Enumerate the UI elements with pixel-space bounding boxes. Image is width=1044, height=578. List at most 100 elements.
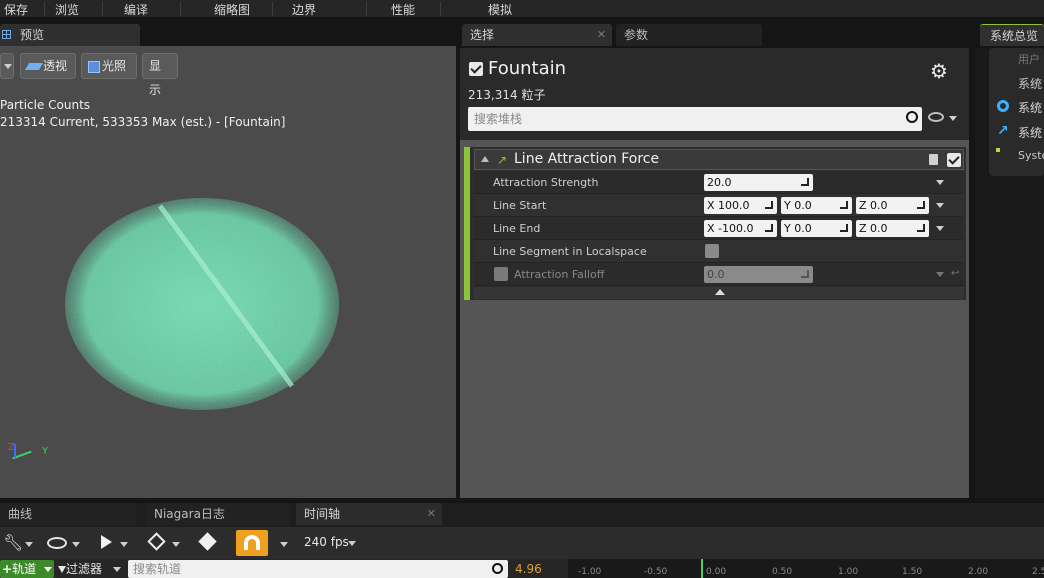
tab-parameters[interactable]: 参数 [616, 24, 762, 46]
lighting-button[interactable]: 光照 [81, 53, 137, 79]
ruler-tick: 1.00 [838, 567, 859, 577]
ruler-tick: 2.00 [968, 567, 989, 577]
funnel-icon [58, 566, 66, 573]
close-icon[interactable]: ✕ [597, 24, 606, 46]
attraction-strength-input[interactable]: 20.0 [704, 174, 813, 191]
system-node-item[interactable]: 系统 [1018, 99, 1042, 116]
emitter-enabled-checkbox[interactable] [469, 62, 483, 76]
lighting-label: 光照 [102, 59, 127, 73]
chevron-down-icon[interactable] [25, 542, 33, 547]
module-icon: ↗ [497, 153, 508, 167]
chevron-down-icon[interactable] [172, 542, 180, 547]
save-menu[interactable]: 保存 [4, 1, 28, 18]
field-value: Z 0.0 [859, 222, 888, 235]
performance-menu[interactable]: 性能 [391, 1, 415, 18]
reset-icon[interactable]: ↩ [951, 268, 959, 279]
perspective-icon [24, 63, 44, 70]
chevron-down-icon[interactable] [936, 203, 944, 208]
field-value: 0.0 [707, 268, 725, 281]
module-header[interactable]: ↗ Line Attraction Force [474, 149, 964, 170]
tab-system-overview-label: 系统总览 [990, 29, 1039, 43]
drag-icon [840, 201, 848, 209]
current-time-value[interactable]: 4.96 [515, 562, 542, 576]
fps-selector[interactable]: 240 fps [304, 535, 349, 549]
tab-niagara-log[interactable]: Niagara日志 [146, 503, 290, 525]
line-start-y-input[interactable]: Y 0.0 [781, 197, 852, 214]
particle-count: 213,314 粒子 [468, 88, 546, 102]
viewport-options-button[interactable] [0, 53, 14, 79]
chevron-down-icon[interactable] [280, 542, 288, 547]
localspace-checkbox[interactable] [705, 244, 719, 258]
close-icon[interactable]: ✕ [427, 503, 436, 525]
chevron-down-icon[interactable] [936, 226, 944, 231]
filter-label: 过滤器 [66, 562, 103, 576]
param-label: Attraction Strength [493, 176, 599, 189]
chevron-down-icon[interactable] [113, 567, 121, 572]
tab-preview-label: 预览 [20, 28, 45, 42]
tab-preview[interactable]: 预览 [0, 24, 140, 46]
show-label: 显示 [149, 59, 162, 97]
tab-curves[interactable]: 曲线 [0, 503, 136, 525]
system-node-label: 系统 [1018, 77, 1043, 91]
ruler-tick: 1.50 [902, 567, 923, 577]
gear-icon[interactable]: ⚙ [930, 59, 948, 83]
timeline-ruler[interactable]: -1.00 -0.50 0.00 0.50 1.00 1.50 2.00 2.5… [568, 559, 1044, 578]
visibility-eye-icon[interactable] [928, 112, 944, 122]
tab-timeline[interactable]: 时间轴 ✕ [296, 503, 442, 525]
module-expand-bar[interactable] [474, 287, 964, 299]
chevron-down-icon[interactable] [949, 116, 957, 121]
line-start-x-input[interactable]: X 100.0 [704, 197, 777, 214]
module-enabled-checkbox[interactable] [947, 153, 961, 167]
chevron-down-icon [4, 64, 12, 69]
search-icon [906, 111, 918, 123]
drag-icon [917, 224, 925, 232]
show-button[interactable]: 显示 [142, 53, 178, 97]
thumbnail-menu[interactable]: 缩略图 [214, 1, 250, 18]
particle-render [65, 198, 339, 410]
perspective-button[interactable]: 透视 [20, 53, 76, 79]
line-end-x-input[interactable]: X -100.0 [704, 220, 777, 237]
param-label: Attraction Falloff [514, 268, 605, 281]
chevron-down-icon[interactable] [72, 542, 80, 547]
line-end-z-input[interactable]: Z 0.0 [856, 220, 929, 237]
preview-viewport[interactable]: Particle Counts 213314 Current, 533353 M… [0, 46, 456, 498]
tab-niagara-log-label: Niagara日志 [154, 507, 225, 521]
falloff-enable-checkbox[interactable] [494, 267, 508, 281]
line-end-y-input[interactable]: Y 0.0 [781, 220, 852, 237]
chevron-down-icon[interactable] [348, 541, 356, 546]
play-icon[interactable] [101, 535, 112, 549]
line-start-z-input[interactable]: Z 0.0 [856, 197, 929, 214]
ruler-tick: 0.50 [772, 567, 793, 577]
tab-parameters-label: 参数 [624, 28, 649, 42]
playhead-marker[interactable] [701, 559, 703, 578]
chevron-down-icon[interactable] [120, 542, 128, 547]
track-search-input[interactable]: 搜索轨道 [128, 560, 508, 578]
toolbar-divider [440, 2, 441, 16]
trash-icon[interactable] [929, 154, 938, 165]
system-node-item[interactable]: 系统 [1018, 124, 1042, 141]
drag-icon [840, 224, 848, 232]
eye-icon[interactable] [47, 537, 67, 549]
particle-counts-title: Particle Counts [0, 98, 91, 112]
system-node-user: 用户 [1018, 53, 1040, 66]
chevron-down-icon[interactable] [44, 567, 52, 572]
search-icon [492, 563, 503, 574]
system-node-item[interactable]: Syste [1018, 149, 1044, 162]
cube-icon [88, 60, 100, 73]
stack-search-input[interactable]: 搜索堆栈 [468, 107, 922, 131]
chevron-down-icon[interactable] [936, 180, 944, 185]
drag-icon [765, 224, 773, 232]
wrench-icon[interactable]: 🔧︎ [3, 533, 23, 552]
field-value: Z 0.0 [859, 199, 888, 212]
collapse-arrow-icon[interactable] [481, 156, 489, 162]
plus-icon: + [2, 562, 13, 576]
toolbar-divider [366, 2, 367, 16]
simulate-menu[interactable]: 模拟 [488, 1, 512, 18]
browse-menu[interactable]: 浏览 [55, 1, 79, 18]
snap-magnet-button[interactable] [236, 530, 268, 556]
tab-selection[interactable]: 选择 ✕ [462, 24, 612, 46]
tab-system-overview[interactable]: 系统总览 [980, 24, 1044, 46]
pin-dot-icon [996, 148, 1000, 152]
compile-menu[interactable]: 编译 [124, 1, 148, 18]
bounds-menu[interactable]: 边界 [292, 1, 316, 18]
